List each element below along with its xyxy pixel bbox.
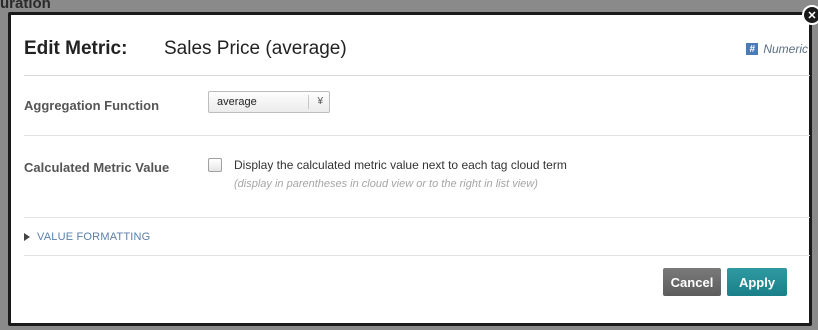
aggregation-function-select[interactable]: average ¥: [208, 91, 330, 113]
value-formatting-row: VALUE FORMATTING: [24, 218, 810, 256]
metric-type-badge: # Numeric: [746, 42, 808, 56]
hash-icon: #: [746, 43, 759, 55]
display-calculated-value-hint: (display in parentheses in cloud view or…: [234, 178, 538, 190]
metric-name: Sales Price (average): [164, 38, 347, 59]
close-icon[interactable]: ✕: [802, 5, 818, 25]
value-formatting-toggle[interactable]: VALUE FORMATTING: [24, 231, 150, 243]
expand-triangle-icon: [24, 233, 30, 241]
display-calculated-value-checkbox[interactable]: [208, 158, 222, 172]
display-calculated-value-text[interactable]: Display the calculated metric value next…: [234, 158, 567, 172]
dialog-title-prefix: Edit Metric:: [24, 38, 128, 59]
aggregation-function-label: Aggregation Function: [24, 98, 160, 113]
aggregation-row: Aggregation Function average ¥: [24, 88, 810, 136]
apply-button[interactable]: Apply: [727, 268, 787, 296]
calculated-metric-value-label: Calculated Metric Value: [24, 160, 170, 175]
select-divider: [308, 95, 309, 109]
double-chevron-down-icon: ¥: [317, 96, 323, 107]
calculated-metric-row: Calculated Metric Value Display the calc…: [24, 136, 810, 218]
dialog-header: Edit Metric: Sales Price (average) # Num…: [24, 36, 810, 76]
metric-type-label: Numeric: [763, 42, 808, 56]
aggregation-selected-value: average: [217, 96, 257, 108]
value-formatting-label: VALUE FORMATTING: [37, 231, 151, 243]
cancel-button[interactable]: Cancel: [663, 268, 721, 296]
background-page-title: uration: [0, 0, 51, 12]
